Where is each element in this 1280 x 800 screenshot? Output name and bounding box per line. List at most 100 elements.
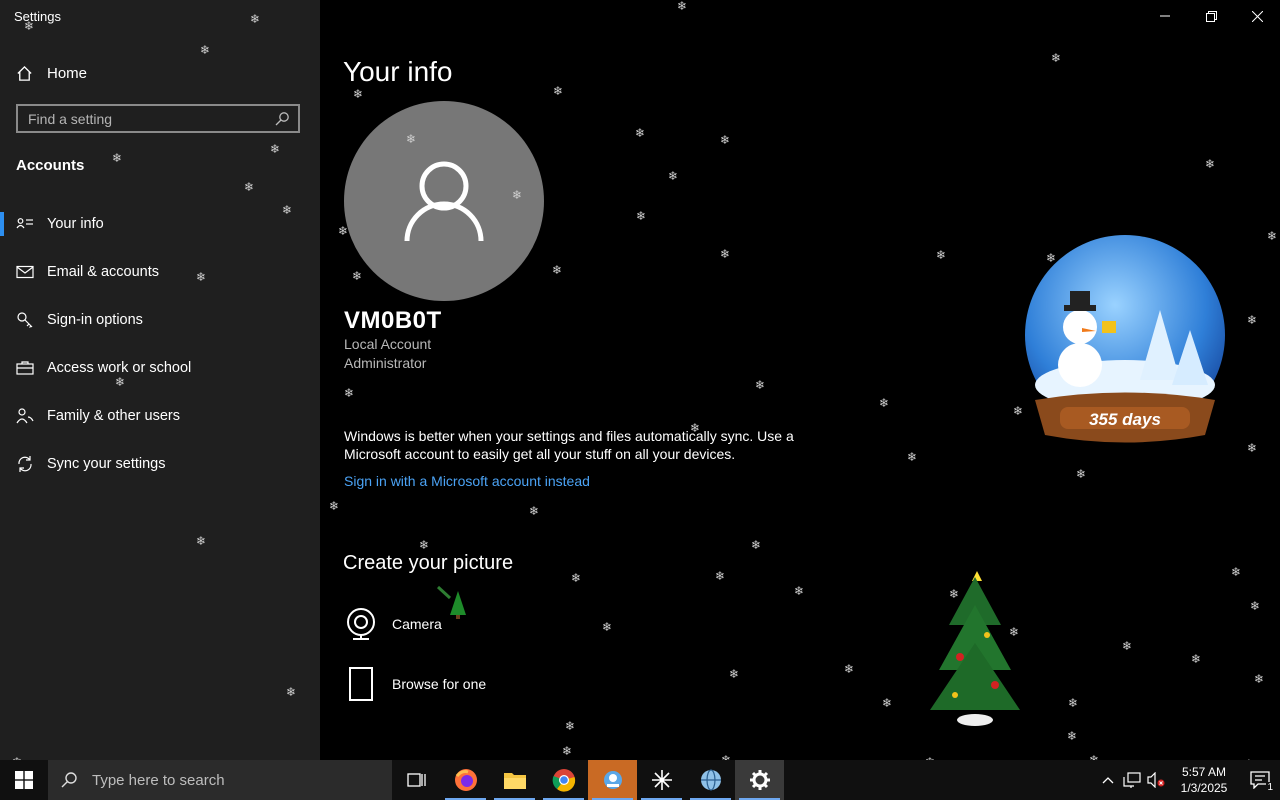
- globe-app-taskbar-button[interactable]: [686, 760, 735, 800]
- sidebar-item-sign-in-options[interactable]: Sign-in options: [0, 296, 320, 344]
- settings-gear-icon: [749, 770, 770, 790]
- snow-app-taskbar-button[interactable]: [588, 760, 637, 800]
- minimize-button[interactable]: [1142, 0, 1188, 32]
- sidebar-item-access-work[interactable]: Access work or school: [0, 344, 320, 392]
- cursor-tree-icon: [436, 585, 466, 619]
- snowflake-icon: ❄: [715, 569, 726, 583]
- snowflake-icon: ❄: [1067, 729, 1078, 743]
- create-picture-title: Create your picture: [343, 552, 514, 574]
- restore-button[interactable]: [1188, 0, 1234, 32]
- snowflake-icon: ❄: [1250, 599, 1261, 613]
- notification-count: 1: [1266, 782, 1274, 793]
- show-hidden-icons-button[interactable]: [1096, 760, 1120, 800]
- home-icon: [17, 65, 32, 81]
- sidebar-item-your-info[interactable]: Your info: [0, 200, 320, 248]
- taskbar-apps: [392, 760, 784, 800]
- minimize-icon: [1160, 15, 1170, 17]
- search-icon[interactable]: [274, 111, 290, 127]
- snowflake-icon: ❄: [571, 571, 582, 585]
- asterisk-app-taskbar-button[interactable]: [637, 760, 686, 800]
- snowflake-icon: ❄: [419, 538, 430, 552]
- sidebar-item-label: Email & accounts: [47, 264, 160, 280]
- snowflake-icon: ❄: [636, 209, 647, 223]
- home-link[interactable]: Home: [16, 62, 87, 84]
- snowflake-icon: ❄: [529, 504, 540, 518]
- volume-button[interactable]: [1144, 760, 1168, 800]
- document-icon: [344, 667, 378, 701]
- snowflake-icon: ❄: [1191, 652, 1202, 666]
- action-center-button[interactable]: 1: [1240, 760, 1280, 800]
- task-view-button[interactable]: [392, 760, 441, 800]
- sidebar: Settings Home Accounts Your info Email &…: [0, 0, 320, 760]
- sync-icon: [16, 455, 34, 473]
- snowflake-icon: ❄: [602, 620, 613, 634]
- browse-label: Browse for one: [392, 676, 487, 692]
- christmas-tree: [930, 571, 1020, 726]
- snowflake-icon: ❄: [879, 396, 890, 410]
- snowflake-icon: ❄: [329, 499, 340, 513]
- snowflake-icon: ❄: [751, 538, 762, 552]
- snowflake-icon: ❄: [755, 378, 766, 392]
- snowflake-icon: ❄: [552, 263, 563, 277]
- file-explorer-taskbar-button[interactable]: [490, 760, 539, 800]
- taskbar: 5:57 AM 1/3/2025 1: [0, 760, 1280, 800]
- snowflake-icon: ❄: [1247, 313, 1258, 327]
- sidebar-item-sync-settings[interactable]: Sync your settings: [0, 440, 320, 488]
- snowflake-icon: ❄: [562, 744, 573, 758]
- snowflake-icon: ❄: [1068, 696, 1079, 710]
- snowflake-icon: ❄: [677, 0, 688, 13]
- file-explorer-icon: [503, 773, 526, 789]
- window-controls: [1142, 0, 1280, 32]
- page-title: Your info: [343, 56, 453, 87]
- find-setting-box[interactable]: [16, 104, 300, 133]
- snowflake-icon: ❄: [907, 450, 918, 464]
- section-title-accounts: Accounts: [16, 157, 85, 174]
- clock[interactable]: 5:57 AM 1/3/2025: [1168, 764, 1240, 796]
- sidebar-item-family-users[interactable]: Family & other users: [0, 392, 320, 440]
- snowflake-icon: ❄: [1076, 467, 1087, 481]
- snowflake-icon: ❄: [1122, 639, 1133, 653]
- snow-globe: 355 days: [1025, 235, 1225, 443]
- chrome-taskbar-button[interactable]: [539, 760, 588, 800]
- sidebar-item-email-accounts[interactable]: Email & accounts: [0, 248, 320, 296]
- snowflake-icon: ❄: [553, 84, 564, 98]
- sync-message: Windows is better when your settings and…: [344, 428, 794, 462]
- windows-logo-icon: [15, 771, 33, 789]
- find-setting-input[interactable]: [18, 109, 274, 128]
- firefox-icon: [454, 769, 477, 791]
- snowflake-icon: ❄: [1254, 672, 1265, 686]
- volume-muted-icon: [1147, 772, 1165, 788]
- snowflake-icon: ❄: [729, 667, 740, 681]
- snow-app-icon: [603, 771, 622, 789]
- firefox-taskbar-button[interactable]: [441, 760, 490, 800]
- mail-icon: [16, 263, 34, 281]
- sidebar-item-label: Access work or school: [47, 360, 192, 376]
- taskbar-search[interactable]: [48, 760, 392, 800]
- camera-label: Camera: [392, 616, 442, 632]
- snowflake-icon: ❄: [344, 386, 355, 400]
- user-name: VM0B0T: [344, 307, 442, 334]
- task-view-icon: [406, 773, 426, 787]
- network-button[interactable]: [1120, 760, 1144, 800]
- asterisk-app-icon: [651, 770, 672, 790]
- snowflake-icon: ❄: [1247, 441, 1258, 455]
- snowflake-icon: ❄: [353, 87, 364, 101]
- restore-icon: [1205, 10, 1217, 22]
- account-type: Local Account: [344, 336, 432, 352]
- app-title: Settings: [14, 9, 61, 24]
- settings-taskbar-button[interactable]: [735, 760, 784, 800]
- snowflake-icon: ❄: [352, 269, 363, 283]
- close-button[interactable]: [1234, 0, 1280, 32]
- sign-in-microsoft-link[interactable]: Sign in with a Microsoft account instead: [344, 473, 590, 489]
- snowflake-icon: ❄: [794, 584, 805, 598]
- camera-option[interactable]: Camera: [344, 607, 442, 641]
- close-icon: [1251, 10, 1263, 22]
- snowflake-icon: ❄: [720, 133, 731, 147]
- snowflake-icon: ❄: [635, 126, 646, 140]
- snow-globe-label: 355 days: [1089, 410, 1161, 429]
- sidebar-item-label: Your info: [47, 216, 104, 232]
- avatar[interactable]: [344, 101, 544, 301]
- browse-option[interactable]: Browse for one: [344, 667, 486, 701]
- start-button[interactable]: [0, 760, 48, 800]
- taskbar-search-input[interactable]: [90, 770, 392, 790]
